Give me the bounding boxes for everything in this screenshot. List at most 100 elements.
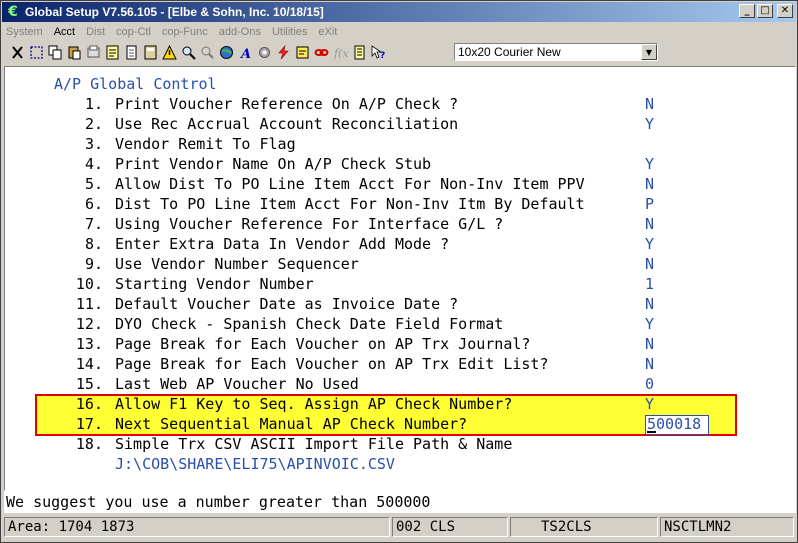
item-value[interactable]: 500018 — [647, 414, 701, 434]
item-number: 8. — [84, 235, 103, 253]
item-label: Vendor Remit To Flag — [115, 135, 296, 153]
menu-acct[interactable]: Acct — [54, 26, 75, 38]
item-number: 13. — [75, 335, 103, 353]
help-icon[interactable]: ? — [369, 43, 388, 62]
app-icon: € — [8, 4, 18, 20]
item-label: Use Vendor Number Sequencer — [115, 255, 359, 273]
app-window: € Global Setup V7.56.105 - [Elbe & Sohn,… — [0, 0, 798, 543]
item-value[interactable]: N — [645, 94, 654, 114]
globe-icon[interactable] — [217, 43, 236, 62]
item-number: 17. — [75, 415, 103, 433]
item-number: 11. — [75, 295, 103, 313]
copy-icon[interactable] — [46, 43, 65, 62]
close-button[interactable]: ✕ — [777, 4, 793, 18]
csv-path-value[interactable]: J:\COB\SHARE\ELI75\APINVOIC.CSV — [115, 454, 395, 474]
item-label: Starting Vendor Number — [115, 275, 314, 293]
item-value[interactable]: N — [645, 354, 654, 374]
menu-system[interactable]: System — [6, 26, 43, 38]
item-label: Default Voucher Date as Invoice Date ? — [115, 295, 459, 313]
item-number: 6. — [84, 195, 103, 213]
menu-add-ons[interactable]: add-Ons — [219, 26, 261, 38]
item-value[interactable]: Y — [645, 234, 654, 254]
svg-text:A: A — [239, 47, 251, 60]
window-title: Global Setup V7.56.105 - [Elbe & Sohn, I… — [25, 5, 324, 19]
item-value[interactable]: N — [645, 214, 654, 234]
paste-icon[interactable] — [65, 43, 84, 62]
item-value[interactable]: 0 — [645, 374, 654, 394]
notes-icon[interactable] — [103, 43, 122, 62]
select-icon[interactable] — [27, 43, 46, 62]
item-number: 2. — [84, 115, 103, 133]
menu-cop-ctl[interactable]: cop-Ctl — [116, 26, 151, 38]
status-code: 002 CLS — [392, 517, 508, 537]
lightning-icon[interactable] — [274, 43, 293, 62]
item-value[interactable]: Y — [645, 314, 654, 334]
screen-heading: A/P Global Control — [54, 75, 217, 93]
item-value[interactable]: N — [645, 334, 654, 354]
item-value[interactable]: N — [645, 254, 654, 274]
document-icon[interactable] — [122, 43, 141, 62]
item-number: 15. — [75, 375, 103, 393]
function-icon[interactable]: f(x) — [331, 43, 350, 62]
item-label: Print Voucher Reference On A/P Check ? — [115, 95, 459, 113]
item-label: Enter Extra Data In Vendor Add Mode ? — [115, 235, 450, 253]
item-label: Simple Trx CSV ASCII Import File Path & … — [115, 435, 513, 453]
item-number: 9. — [84, 255, 103, 273]
status-area: Area: 1704 1873 — [4, 517, 390, 537]
item-value[interactable]: Y — [645, 394, 654, 414]
item-label: Page Break for Each Voucher on AP Trx Ed… — [115, 355, 549, 373]
item-label: DYO Check - Spanish Check Date Field For… — [115, 315, 504, 333]
item-value[interactable]: P — [645, 194, 654, 214]
status-screen-id: TS2CLS — [510, 517, 658, 537]
menu-cop-func[interactable]: cop-Func — [162, 26, 208, 38]
svg-text:?: ? — [380, 51, 385, 60]
status-message: We suggest you use a number greater than… — [4, 491, 796, 513]
zoom-icon[interactable] — [179, 43, 198, 62]
item-label: Using Voucher Reference For Interface G/… — [115, 215, 504, 233]
status-program: NSCTLMN2 — [660, 517, 794, 537]
item-number: 7. — [84, 215, 103, 233]
item-label: Allow Dist To PO Line Item Acct For Non-… — [115, 175, 585, 193]
item-label: Print Vendor Name On A/P Check Stub — [115, 155, 432, 173]
menu-dist[interactable]: Dist — [86, 26, 105, 38]
title-bar[interactable]: € Global Setup V7.56.105 - [Elbe & Sohn,… — [2, 2, 796, 22]
search-icon[interactable] — [198, 43, 217, 62]
print-preview-icon[interactable] — [84, 43, 103, 62]
warning-icon[interactable] — [160, 43, 179, 62]
window-controls: _ □ ✕ — [739, 4, 793, 18]
script-icon[interactable] — [293, 43, 312, 62]
item-label: Page Break for Each Voucher on AP Trx Jo… — [115, 335, 531, 353]
svg-text:f(x): f(x) — [333, 47, 348, 60]
item-label: Dist To PO Line Item Acct For Non-Inv It… — [115, 195, 585, 213]
item-label: Allow F1 Key to Seq. Assign AP Check Num… — [115, 395, 513, 413]
item-number: 14. — [75, 355, 103, 373]
settings-icon[interactable] — [255, 43, 274, 62]
item-label: Use Rec Accrual Account Reconciliation — [115, 115, 459, 133]
item-value[interactable]: Y — [645, 154, 654, 174]
item-number: 5. — [84, 175, 103, 193]
item-number: 1. — [84, 95, 103, 113]
item-label: Last Web AP Voucher No Used — [115, 375, 359, 393]
item-value[interactable]: N — [645, 174, 654, 194]
item-value[interactable]: Y — [645, 114, 654, 134]
font-selector[interactable]: 10x20 Courier New ▼ — [454, 43, 658, 61]
menu-bar: System Acct Dist cop-Ctl cop-Func add-On… — [2, 23, 796, 41]
item-value[interactable]: N — [645, 294, 654, 314]
status-bar: Area: 1704 1873 002 CLS TS2CLS NSCTLMN2 — [4, 515, 796, 539]
font-icon[interactable]: A — [236, 43, 255, 62]
font-selector-value: 10x20 Courier New — [458, 45, 561, 59]
item-number: 3. — [84, 135, 103, 153]
cut-icon[interactable] — [8, 43, 27, 62]
link-icon[interactable] — [312, 43, 331, 62]
chevron-down-icon[interactable]: ▼ — [641, 44, 657, 60]
menu-utilities[interactable]: Utilities — [272, 26, 307, 38]
item-number: 16. — [75, 395, 103, 413]
terminal-screen[interactable]: A/P Global Control 1. Print Voucher Refer… — [4, 66, 796, 491]
calculator-icon[interactable] — [141, 43, 160, 62]
list-icon[interactable] — [350, 43, 369, 62]
menu-exit[interactable]: eXit — [318, 26, 337, 38]
item-value[interactable]: 1 — [645, 274, 654, 294]
maximize-button[interactable]: □ — [757, 4, 773, 18]
toolbar: A f(x) ? 10x20 Courier New ▼ — [2, 41, 796, 63]
minimize-button[interactable]: _ — [739, 4, 755, 18]
